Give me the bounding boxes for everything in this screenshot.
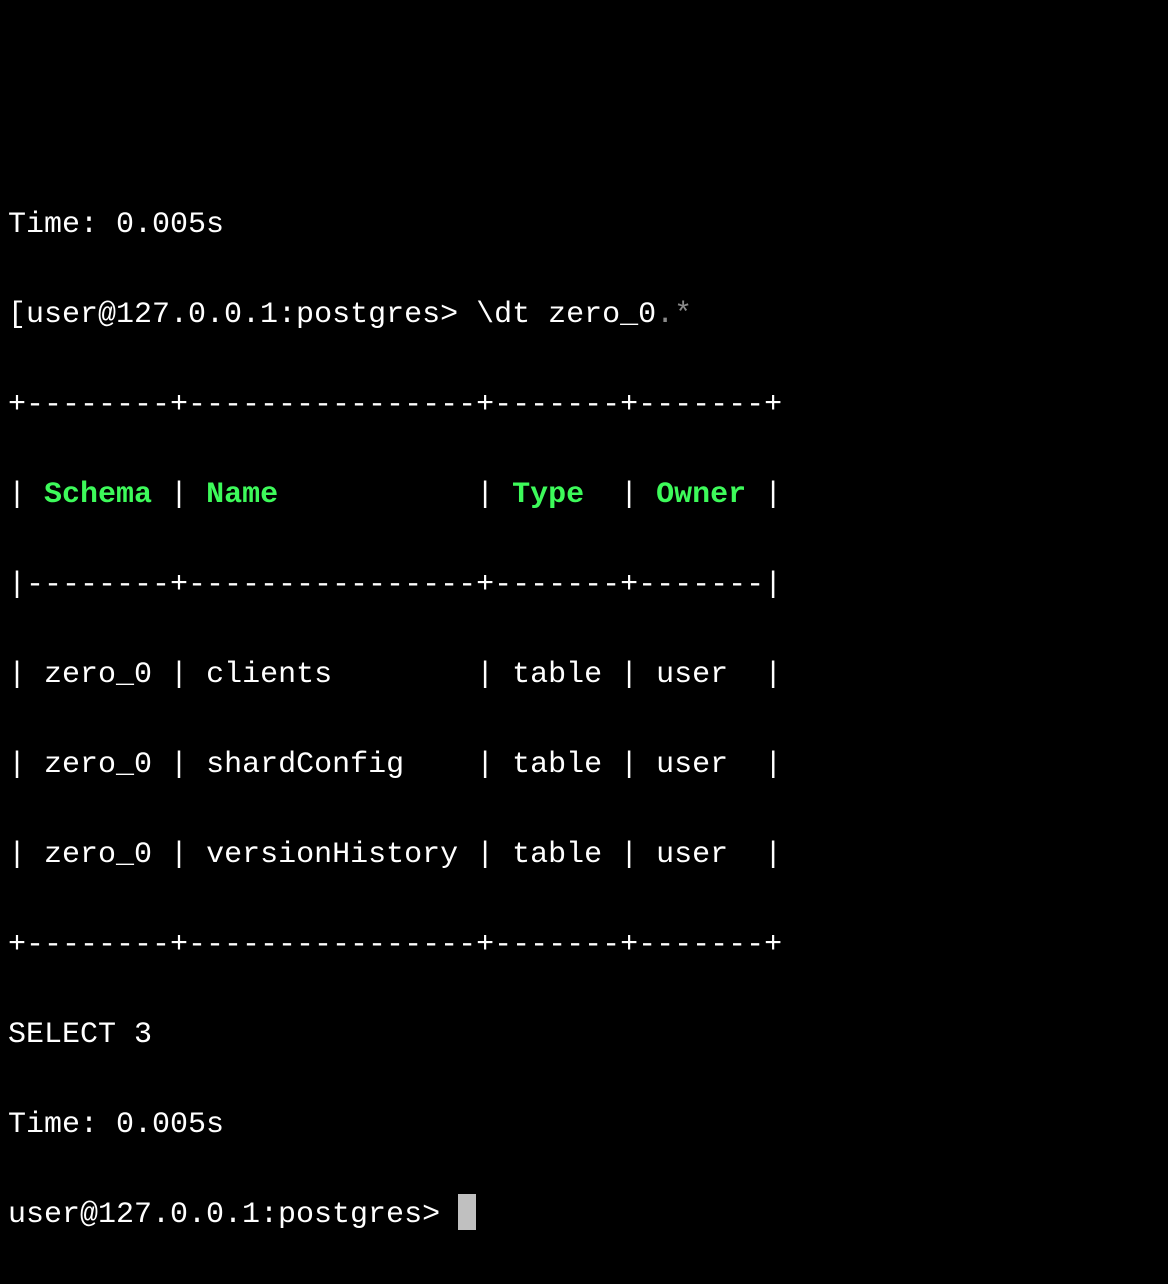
terminal-output: Time: 0.005s [user@127.0.0.1:postgres> \… <box>0 180 1168 1283</box>
table-header-row: | Schema | Name | Type | Owner | <box>8 473 1160 518</box>
cell-schema: zero_0 <box>44 838 152 872</box>
timing-line: Time: 0.005s <box>8 1103 1160 1148</box>
column-header-name: Name <box>206 478 278 512</box>
table-border-bottom: +--------+----------------+-------+-----… <box>8 923 1160 968</box>
prompt-line-active[interactable]: user@127.0.0.1:postgres> <box>8 1193 1160 1238</box>
prompt-bracket: [ <box>8 298 26 332</box>
cursor-block <box>458 1194 476 1230</box>
cell-name: shardConfig <box>206 748 404 782</box>
prompt-line: [user@127.0.0.1:postgres> \dt zero_0.* <box>8 293 1160 338</box>
command-text: \dt zero_0 <box>476 298 656 332</box>
cell-owner: user <box>656 658 728 692</box>
cell-schema: zero_0 <box>44 748 152 782</box>
cell-type: table <box>512 658 602 692</box>
column-header-owner: Owner <box>656 478 746 512</box>
table-border-top: +--------+----------------+-------+-----… <box>8 383 1160 428</box>
cell-owner: user <box>656 838 728 872</box>
timing-line: Time: 0.005s <box>8 203 1160 248</box>
cell-type: table <box>512 838 602 872</box>
command-dimmed: .* <box>656 298 692 332</box>
table-row: | zero_0 | shardConfig | table | user | <box>8 743 1160 788</box>
table-row: | zero_0 | clients | table | user | <box>8 653 1160 698</box>
cell-owner: user <box>656 748 728 782</box>
prompt-text: user@127.0.0.1:postgres> <box>8 1198 440 1232</box>
column-header-type: Type <box>512 478 584 512</box>
table-header-separator: |--------+----------------+-------+-----… <box>8 563 1160 608</box>
column-header-schema: Schema <box>44 478 152 512</box>
cell-name: versionHistory <box>206 838 458 872</box>
table-row: | zero_0 | versionHistory | table | user… <box>8 833 1160 878</box>
prompt-text: user@127.0.0.1:postgres> <box>26 298 458 332</box>
cell-type: table <box>512 748 602 782</box>
cell-name: clients <box>206 658 332 692</box>
cell-schema: zero_0 <box>44 658 152 692</box>
result-line: SELECT 3 <box>8 1013 1160 1058</box>
